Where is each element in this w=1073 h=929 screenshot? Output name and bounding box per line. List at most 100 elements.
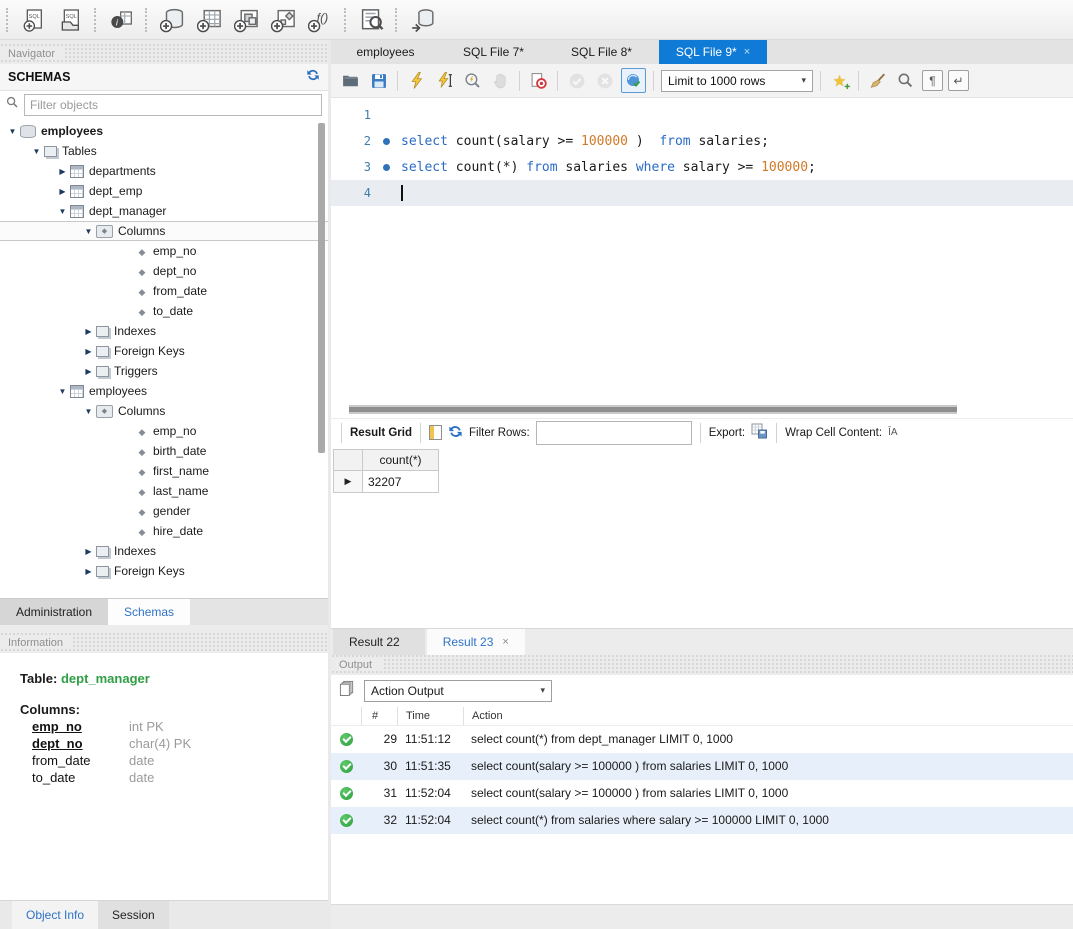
filter-objects-input[interactable] bbox=[24, 94, 322, 116]
close-tab-icon[interactable]: × bbox=[744, 46, 750, 58]
output-row-number: 29 bbox=[361, 732, 397, 746]
expander-icon[interactable]: ▼ bbox=[82, 227, 95, 236]
open-file-icon[interactable] bbox=[339, 69, 362, 92]
grid-view-icon[interactable] bbox=[429, 425, 442, 440]
toolbar-divider bbox=[700, 423, 701, 443]
tree-item[interactable]: emp_no bbox=[0, 241, 328, 261]
search-objects-icon[interactable] bbox=[358, 6, 386, 34]
tree-item[interactable]: ▶ Indexes bbox=[0, 321, 328, 341]
expander-icon[interactable]: ▶ bbox=[82, 567, 95, 576]
wrap-cell-content-icon[interactable]: ĪA bbox=[888, 427, 897, 438]
result-grid-data-row[interactable]: ▶ 32207 bbox=[333, 471, 1073, 493]
time-column-header[interactable]: Time bbox=[397, 707, 463, 725]
result-column-header[interactable]: count(*) bbox=[363, 449, 439, 471]
statement-marker bbox=[371, 164, 401, 171]
output-type-dropdown[interactable]: Action Output ▾ bbox=[364, 680, 552, 702]
limit-rows-dropdown[interactable]: Limit to 1000 rows ▾ bbox=[661, 70, 813, 92]
beautify-icon[interactable] bbox=[866, 69, 889, 92]
reconnect-database-icon[interactable] bbox=[409, 6, 437, 34]
info-tab[interactable]: Session bbox=[98, 901, 169, 929]
close-tab-icon[interactable]: × bbox=[502, 636, 508, 648]
output-row[interactable]: 31 11:52:04 select count(salary >= 10000… bbox=[331, 780, 1073, 807]
document-tab[interactable]: SQL File 9* × bbox=[659, 40, 767, 64]
explain-icon[interactable] bbox=[461, 69, 484, 92]
output-row[interactable]: 32 11:52:04 select count(*) from salarie… bbox=[331, 807, 1073, 834]
create-schema-icon[interactable] bbox=[159, 6, 187, 34]
sidebar-tab[interactable]: Administration bbox=[0, 599, 108, 625]
find-icon[interactable] bbox=[894, 69, 917, 92]
row-marker[interactable]: ▶ bbox=[333, 471, 363, 493]
tree-item[interactable]: ▼ employees bbox=[0, 381, 328, 401]
execute-current-icon[interactable] bbox=[433, 69, 456, 92]
toggle-stop-on-error-icon[interactable] bbox=[527, 69, 550, 92]
info-tab[interactable]: Object Info bbox=[12, 901, 98, 929]
expander-icon[interactable]: ▼ bbox=[30, 147, 43, 156]
save-icon[interactable] bbox=[367, 69, 390, 92]
result-cell-value[interactable]: 32207 bbox=[363, 471, 439, 493]
editor-horizontal-scrollbar[interactable] bbox=[331, 403, 1073, 415]
tree-item-icon bbox=[136, 244, 148, 258]
tree-item[interactable]: hire_date bbox=[0, 521, 328, 541]
create-table-icon[interactable] bbox=[196, 6, 224, 34]
editor-line: 2 select count(salary >= 100000 ) from s… bbox=[331, 128, 1073, 154]
execute-icon[interactable] bbox=[405, 69, 428, 92]
toggle-wrap-icon[interactable]: ↵ bbox=[948, 70, 969, 91]
document-tab[interactable]: employees bbox=[335, 40, 443, 64]
tree-item[interactable]: gender bbox=[0, 501, 328, 521]
result-tab[interactable]: Result 22 bbox=[333, 629, 425, 655]
tree-item[interactable]: first_name bbox=[0, 461, 328, 481]
output-row[interactable]: 29 11:51:12 select count(*) from dept_ma… bbox=[331, 726, 1073, 753]
expander-icon[interactable]: ▼ bbox=[82, 407, 95, 416]
refresh-results-icon[interactable] bbox=[448, 424, 463, 442]
sidebar-tab[interactable]: Schemas bbox=[108, 599, 190, 625]
tree-item[interactable]: ▼ employees bbox=[0, 121, 328, 141]
tree-item[interactable]: ▼ dept_manager bbox=[0, 201, 328, 221]
create-procedure-icon[interactable] bbox=[270, 6, 298, 34]
create-view-icon[interactable] bbox=[233, 6, 261, 34]
expander-icon[interactable]: ▶ bbox=[56, 167, 69, 176]
document-tab[interactable]: SQL File 8* bbox=[551, 40, 659, 64]
export-icon[interactable] bbox=[751, 423, 768, 442]
expander-icon[interactable]: ▶ bbox=[82, 347, 95, 356]
expander-icon[interactable]: ▶ bbox=[82, 327, 95, 336]
sql-editor[interactable]: 1 2 select count(salary >= 100000 ) from… bbox=[331, 98, 1073, 418]
show-invisibles-icon[interactable]: ¶ bbox=[922, 70, 943, 91]
tree-item[interactable]: ▶ dept_emp bbox=[0, 181, 328, 201]
tree-item[interactable]: last_name bbox=[0, 481, 328, 501]
save-snippet-icon[interactable]: ★+ bbox=[828, 69, 851, 92]
expander-icon[interactable]: ▼ bbox=[56, 387, 69, 396]
tree-item[interactable]: ▼ Columns bbox=[0, 221, 328, 241]
tree-item[interactable]: ▼ Columns bbox=[0, 401, 328, 421]
open-sql-script-icon[interactable]: SQL bbox=[57, 6, 85, 34]
expander-icon[interactable]: ▶ bbox=[82, 367, 95, 376]
tree-item[interactable]: from_date bbox=[0, 281, 328, 301]
filter-rows-input[interactable] bbox=[536, 421, 692, 445]
tree-scrollbar[interactable] bbox=[318, 123, 325, 453]
document-tab[interactable]: SQL File 7* bbox=[443, 40, 551, 64]
tree-item[interactable]: birth_date bbox=[0, 441, 328, 461]
tree-item[interactable]: ▶ Foreign Keys bbox=[0, 561, 328, 581]
tree-item[interactable]: to_date bbox=[0, 301, 328, 321]
action-column-header[interactable]: Action bbox=[463, 707, 1073, 725]
scrollbar-thumb[interactable] bbox=[349, 407, 957, 412]
tree-item[interactable]: ▼ Tables bbox=[0, 141, 328, 161]
tree-item[interactable]: ▶ Foreign Keys bbox=[0, 341, 328, 361]
expander-icon[interactable]: ▼ bbox=[6, 127, 19, 136]
tree-item[interactable]: ▶ Triggers bbox=[0, 361, 328, 381]
commit-icon bbox=[565, 69, 588, 92]
new-sql-tab-icon[interactable]: SQL bbox=[20, 6, 48, 34]
tree-item[interactable]: dept_no bbox=[0, 261, 328, 281]
expander-icon[interactable]: ▶ bbox=[56, 187, 69, 196]
tree-item[interactable]: emp_no bbox=[0, 421, 328, 441]
toggle-autocommit-icon[interactable] bbox=[621, 68, 646, 93]
create-function-icon[interactable]: f() bbox=[307, 6, 335, 34]
expander-icon[interactable]: ▼ bbox=[56, 207, 69, 216]
tree-item[interactable]: ▶ departments bbox=[0, 161, 328, 181]
expander-icon[interactable]: ▶ bbox=[82, 547, 95, 556]
schema-inspector-icon[interactable]: i bbox=[108, 6, 136, 34]
refresh-schemas-icon[interactable] bbox=[306, 68, 320, 87]
result-tab[interactable]: Result 23 × bbox=[427, 629, 525, 655]
number-column-header[interactable]: # bbox=[361, 707, 397, 725]
output-row[interactable]: 30 11:51:35 select count(salary >= 10000… bbox=[331, 753, 1073, 780]
tree-item[interactable]: ▶ Indexes bbox=[0, 541, 328, 561]
